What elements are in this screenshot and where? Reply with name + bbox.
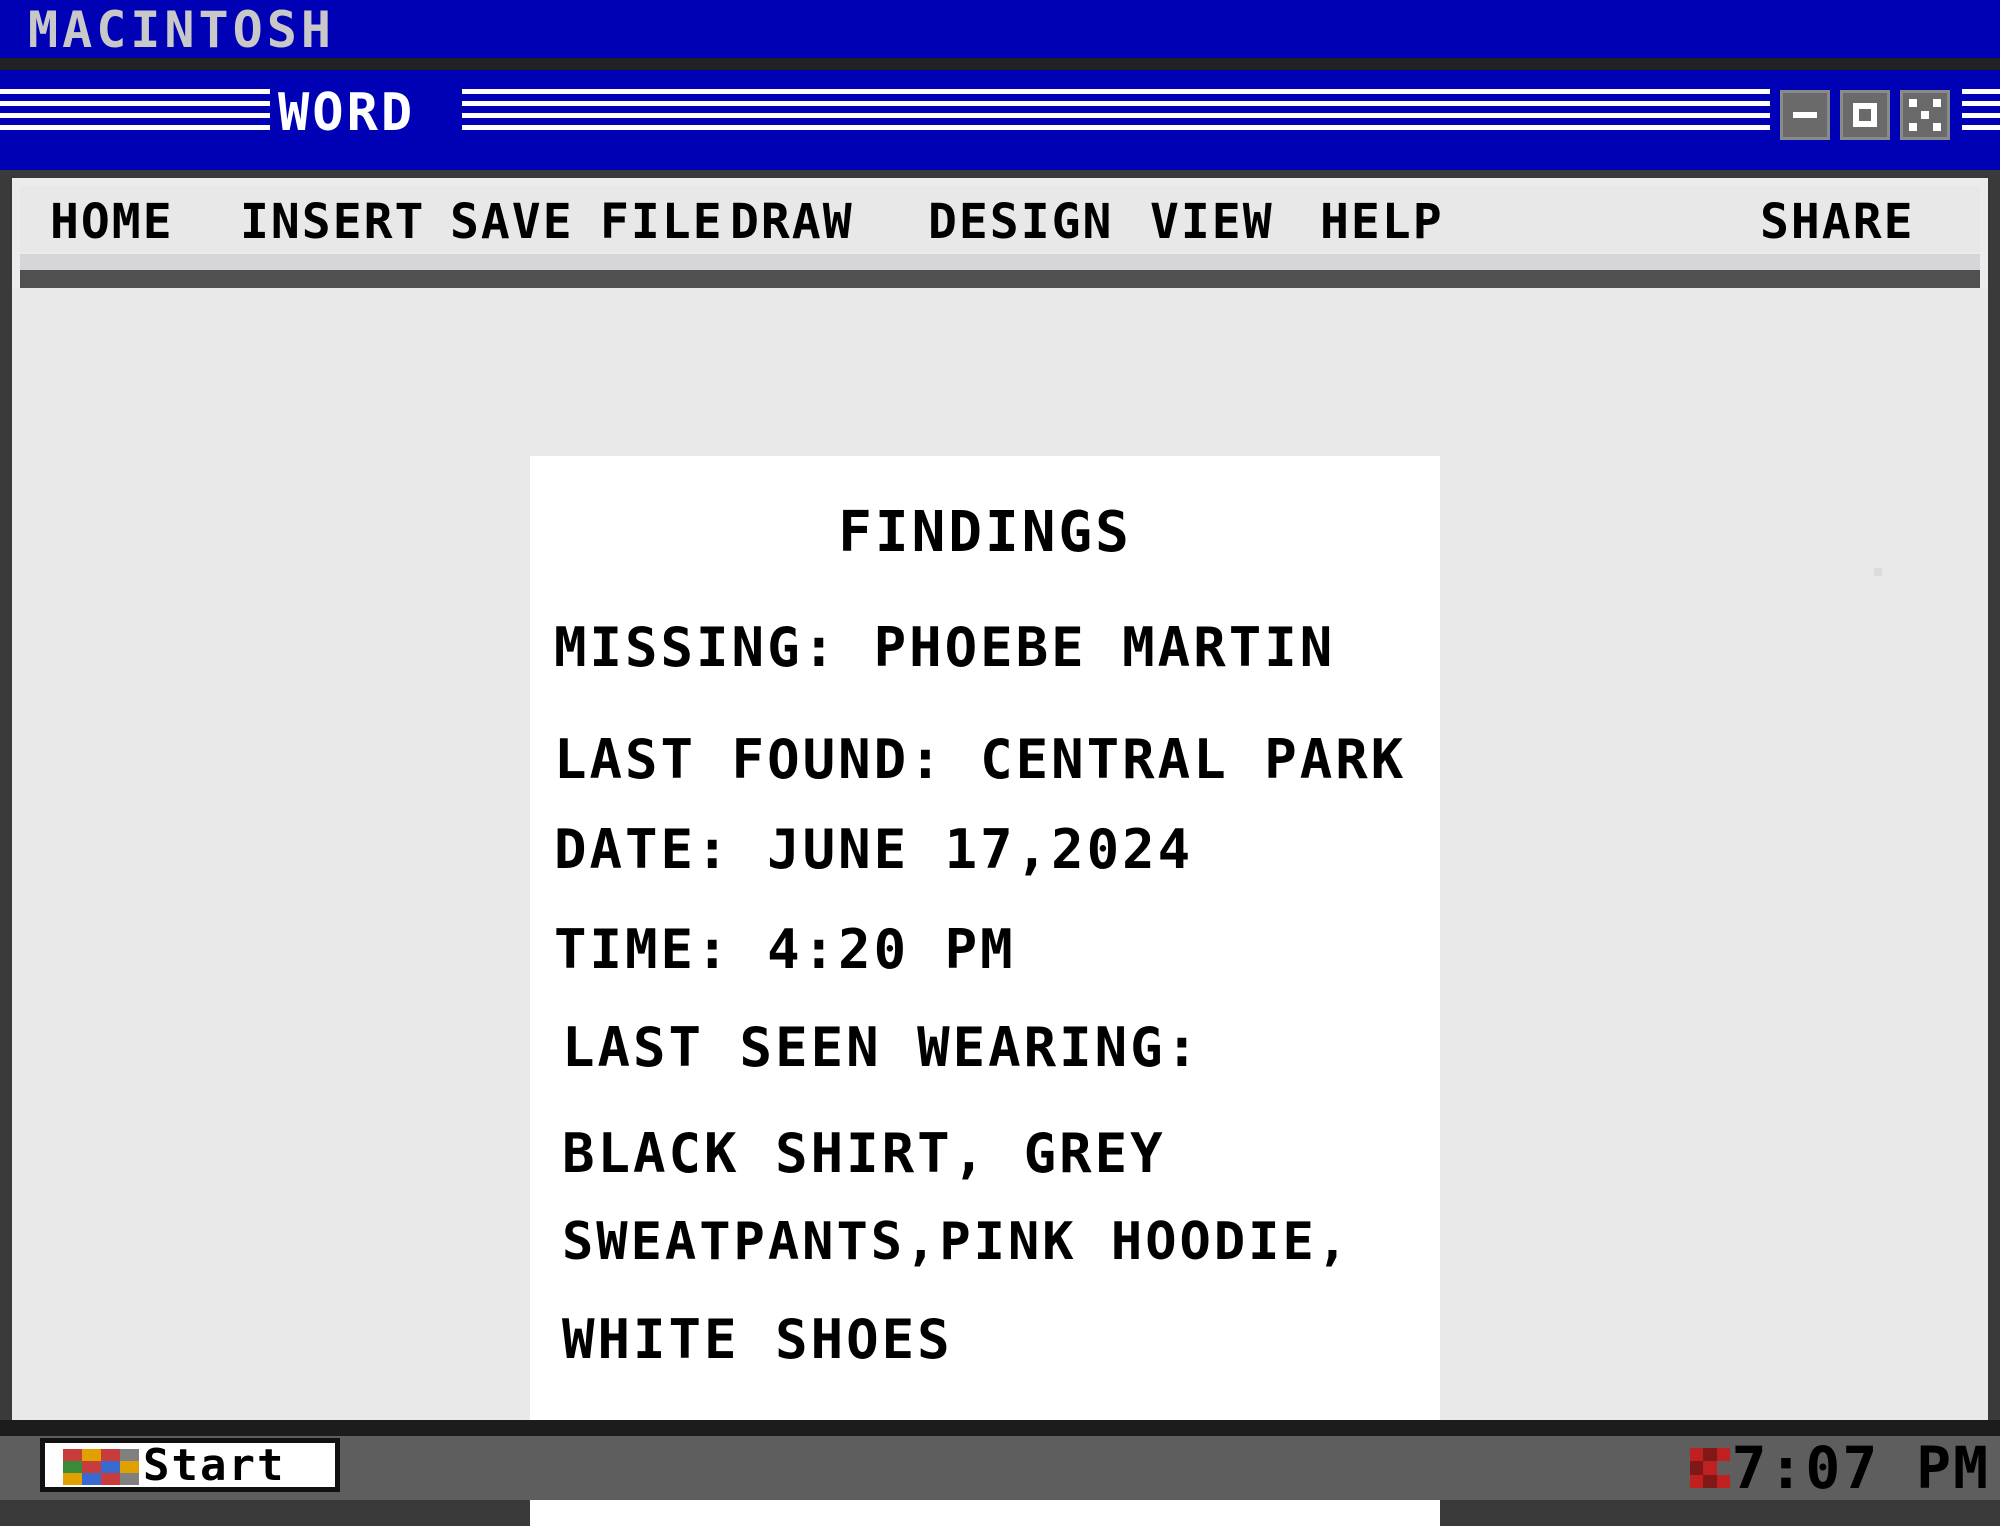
title-stripes-right	[1962, 89, 2000, 135]
title-stripes-left	[0, 89, 270, 135]
menu-divider-light	[20, 254, 1980, 270]
share-button[interactable]: SHARE	[1760, 196, 1915, 248]
menu-save[interactable]: SAVE	[450, 196, 574, 248]
document-line-wearing-1: BLACK SHIRT, GREY	[562, 1122, 1166, 1185]
os-title: MACINTOSH	[28, 1, 335, 59]
minimize-button[interactable]	[1780, 90, 1830, 140]
document-line-time: TIME: 4:20 PM	[554, 918, 1016, 981]
start-label: Start	[143, 1440, 286, 1491]
menu-help[interactable]: HELP	[1320, 196, 1444, 248]
document-line-wearing-3: WHITE SHOES	[562, 1308, 953, 1371]
menu-view[interactable]: VIEW	[1150, 196, 1274, 248]
menu-design[interactable]: DESIGN	[928, 196, 1113, 248]
menu-draw[interactable]: DRAW	[730, 196, 854, 248]
canvas-speck	[1874, 568, 1882, 576]
window-body: HOME INSERT SAVE FILE DRAW DESIGN VIEW H…	[12, 178, 1988, 1526]
document-line-wearing-2: SWEATPANTS,PINK HOODIE,	[562, 1212, 1352, 1272]
menu-bar: HOME INSERT SAVE FILE DRAW DESIGN VIEW H…	[20, 186, 1980, 252]
document-line-wearing-label: LAST SEEN WEARING:	[562, 1016, 1202, 1079]
os-title-bar: MACINTOSH	[0, 0, 2000, 58]
menu-file[interactable]: FILE	[600, 196, 724, 248]
multicolor-grid-icon	[63, 1449, 139, 1485]
document-line-date: DATE: JUNE 17,2024	[554, 818, 1194, 881]
start-button[interactable]: Start	[40, 1438, 340, 1492]
taskbar-border	[0, 1420, 2000, 1436]
red-pixel-icon[interactable]	[1690, 1448, 1730, 1488]
os-bar-divider	[0, 58, 2000, 70]
window-title-bar[interactable]: WORD	[0, 70, 2000, 170]
document-line-missing: MISSING: PHOEBE MARTIN	[554, 616, 1336, 679]
maximize-button[interactable]	[1840, 90, 1890, 140]
document-page[interactable]: FINDINGS MISSING: PHOEBE MARTIN LAST FOU…	[530, 456, 1440, 1526]
document-line-last-found: LAST FOUND: CENTRAL PARK	[554, 728, 1407, 791]
word-window: HOME INSERT SAVE FILE DRAW DESIGN VIEW H…	[0, 170, 2000, 1526]
close-button[interactable]	[1900, 90, 1950, 140]
taskbar: Start 7:07 PM	[0, 1436, 2000, 1500]
window-title: WORD	[278, 83, 416, 143]
document-heading: FINDINGS	[838, 500, 1132, 565]
menu-divider	[20, 270, 1980, 288]
menu-insert[interactable]: INSERT	[240, 196, 425, 248]
taskbar-clock: 7:07 PM	[1731, 1434, 1990, 1502]
document-canvas: FINDINGS MISSING: PHOEBE MARTIN LAST FOU…	[12, 288, 1988, 1526]
title-stripes-middle	[462, 89, 1770, 135]
menu-home[interactable]: HOME	[50, 196, 174, 248]
